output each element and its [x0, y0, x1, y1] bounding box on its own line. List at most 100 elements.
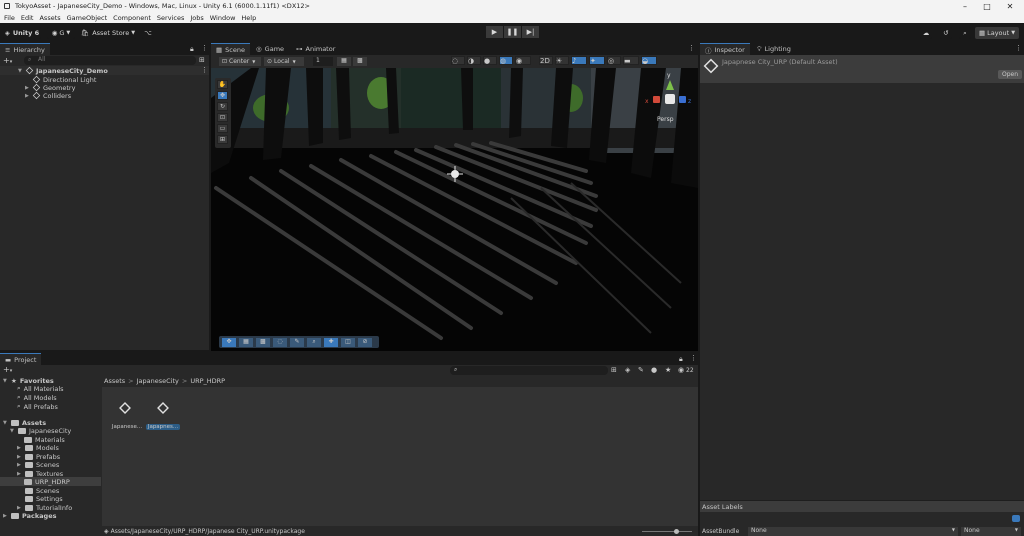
tree-item[interactable]: ▶ Scenes [17, 460, 59, 469]
overlay-snap-icon[interactable]: ▩ [256, 337, 270, 347]
favorite-item[interactable]: ⌕ All Models [17, 393, 57, 402]
overlay-view-icon[interactable]: ◫ [341, 337, 355, 347]
rotate-tool-icon[interactable]: ↻ [217, 102, 228, 111]
zoom-slider[interactable] [642, 531, 692, 532]
filter-icon[interactable]: ⊞ [199, 56, 205, 64]
menu-gameobject[interactable]: GameObject [67, 14, 108, 22]
grid-dropdown[interactable]: ▦ [337, 57, 351, 66]
history-icon[interactable]: ↺ [940, 27, 952, 39]
search-icon[interactable]: ⌕ [959, 27, 971, 39]
menu-services[interactable]: Services [157, 14, 184, 22]
cloud-icon[interactable]: ☁ [920, 27, 932, 39]
search-filter-icon[interactable]: ⊞ [611, 366, 617, 374]
info-filter-icon[interactable]: ● [651, 366, 657, 374]
lock-icon[interactable]: 🔒︎ [679, 355, 683, 364]
more-options-icon[interactable]: ⋮ [688, 44, 695, 52]
shading-shaded-icon[interactable]: ◑ [467, 56, 481, 65]
space-dropdown[interactable]: ⊙ Local ▼ [264, 57, 304, 66]
scene-viewport[interactable]: ✋ ✥ ↻ ⊡ ▭ ⊞ y x z Persp ✥ ▦ ▩ ◌ ✎ ⌕ ✚ ◫ … [211, 68, 698, 351]
close-icon[interactable]: ✕ [998, 0, 1022, 12]
menu-assets[interactable]: Assets [39, 14, 60, 22]
overlay-grid-icon[interactable]: ▦ [239, 337, 253, 347]
snap-field[interactable]: 1 [313, 57, 333, 66]
step-button[interactable]: ▶| [522, 26, 539, 38]
more-options-icon[interactable]: ⋮ [690, 354, 697, 362]
move-tool-icon[interactable]: ✥ [217, 91, 228, 100]
2d-toggle-icon[interactable]: 2D [539, 56, 553, 65]
unity-version-button[interactable]: ◈ Unity 6 [3, 27, 41, 39]
tree-item[interactable]: ▶ Models [17, 443, 59, 452]
packages-root[interactable]: ▶ Packages [3, 511, 56, 520]
hand-tool-icon[interactable]: ✋ [217, 80, 228, 89]
orientation-gizmo[interactable]: y x z Persp [641, 72, 695, 126]
gizmos-icon[interactable]: ◒ [641, 56, 657, 65]
open-button[interactable]: Open [998, 70, 1022, 79]
label-tag-icon[interactable] [1012, 515, 1020, 522]
breadcrumb-item[interactable]: JapaneseCity [137, 377, 179, 385]
breadcrumb-item[interactable]: Assets [104, 377, 125, 385]
overlay-tool-icon[interactable]: ⊘ [358, 337, 372, 347]
expand-arrow-icon[interactable]: ▶ [17, 445, 23, 451]
favorite-item[interactable]: ⌕ All Prefabs [17, 402, 58, 411]
tab-animator[interactable]: ⊶ Animator [291, 43, 340, 55]
favorite-item[interactable]: ⌕ All Materials [17, 384, 64, 393]
audio-toggle-icon[interactable]: ♪ [571, 56, 587, 65]
breadcrumb-item[interactable]: URP_HDRP [190, 377, 225, 385]
layout-dropdown[interactable]: ▦ Layout ▼ [975, 27, 1019, 39]
camera-icon[interactable]: ▬ [623, 56, 639, 65]
overlay-cross-icon[interactable]: ✚ [324, 337, 338, 347]
more-options-icon[interactable]: ⋮ [1015, 44, 1022, 52]
tree-item[interactable]: Settings [17, 494, 63, 503]
type-filter-icon[interactable]: ◈ [625, 366, 630, 374]
shading-wireframe-icon[interactable]: ◌ [451, 56, 465, 65]
menu-component[interactable]: Component [113, 14, 151, 22]
menu-help[interactable]: Help [241, 14, 256, 22]
pause-button[interactable]: ❚❚ [504, 26, 521, 38]
overlay-move-icon[interactable]: ✥ [222, 337, 236, 347]
tab-inspector[interactable]: ⓘ Inspector [700, 43, 750, 55]
menu-file[interactable]: File [4, 14, 15, 22]
overlay-paint-icon[interactable]: ✎ [290, 337, 304, 347]
visibility-icon[interactable]: ◎ [607, 56, 621, 65]
tab-game[interactable]: ◎ Game [251, 43, 289, 55]
expand-arrow-icon[interactable]: ▶ [3, 513, 9, 519]
expand-arrow-icon[interactable]: ▼ [10, 428, 16, 434]
rect-tool-icon[interactable]: ▭ [217, 124, 228, 133]
account-button[interactable]: ◉ G ▼ [47, 27, 75, 39]
overlay-search-icon[interactable]: ⌕ [307, 337, 321, 347]
shading-lit-icon[interactable]: ◍ [499, 56, 513, 65]
version-control-icon[interactable]: ⌥ [142, 27, 154, 39]
tab-project[interactable]: ▬ Project [0, 353, 42, 365]
menu-edit[interactable]: Edit [21, 14, 34, 22]
project-search-input[interactable]: ⌕ [450, 366, 608, 375]
assetbundle-dropdown[interactable]: None ▼ [748, 527, 958, 536]
lighting-toggle-icon[interactable]: ☀ [555, 56, 569, 65]
favorite-star-icon[interactable]: ★ [665, 366, 671, 374]
overlay-rotate-icon[interactable]: ◌ [273, 337, 287, 347]
expand-arrow-icon[interactable]: ▶ [17, 471, 23, 477]
effects-toggle-icon[interactable]: ✦ [589, 56, 605, 65]
expand-arrow-icon[interactable]: ▼ [3, 378, 9, 384]
hierarchy-item[interactable]: ▶ Colliders [25, 91, 71, 100]
expand-arrow-icon[interactable]: ▶ [25, 93, 31, 99]
expand-arrow-icon[interactable]: ▼ [3, 420, 9, 426]
persp-label[interactable]: Persp [657, 116, 674, 123]
asset-store-button[interactable]: 🛍 Asset Store ▼ [80, 27, 136, 39]
more-options-icon[interactable]: ⋮ [201, 44, 208, 52]
menu-jobs[interactable]: Jobs [190, 14, 203, 22]
expand-arrow-icon[interactable]: ▶ [17, 454, 23, 460]
zoom-slider-handle[interactable] [674, 529, 679, 534]
play-button[interactable]: ▶ [486, 26, 503, 38]
label-filter-icon[interactable]: ✎ [638, 366, 644, 374]
transform-tool-icon[interactable]: ⊞ [217, 135, 228, 144]
shading-unlit-icon[interactable]: ● [483, 56, 497, 65]
asset-tile-selected[interactable]: Japapnes... [146, 399, 180, 431]
asset-tile[interactable]: Japanese... [110, 399, 142, 431]
tab-lighting[interactable]: 💡︎ Lighting [752, 43, 796, 55]
lock-icon[interactable]: 🔒︎ [190, 45, 194, 54]
scale-tool-icon[interactable]: ⊡ [217, 113, 228, 122]
scene-root[interactable]: ▼ JapaneseCity_Demo [18, 66, 108, 75]
menu-window[interactable]: Window [210, 14, 236, 22]
project-create-button[interactable]: +▾ [3, 365, 12, 374]
search-input[interactable]: ⌕ All [24, 56, 196, 65]
